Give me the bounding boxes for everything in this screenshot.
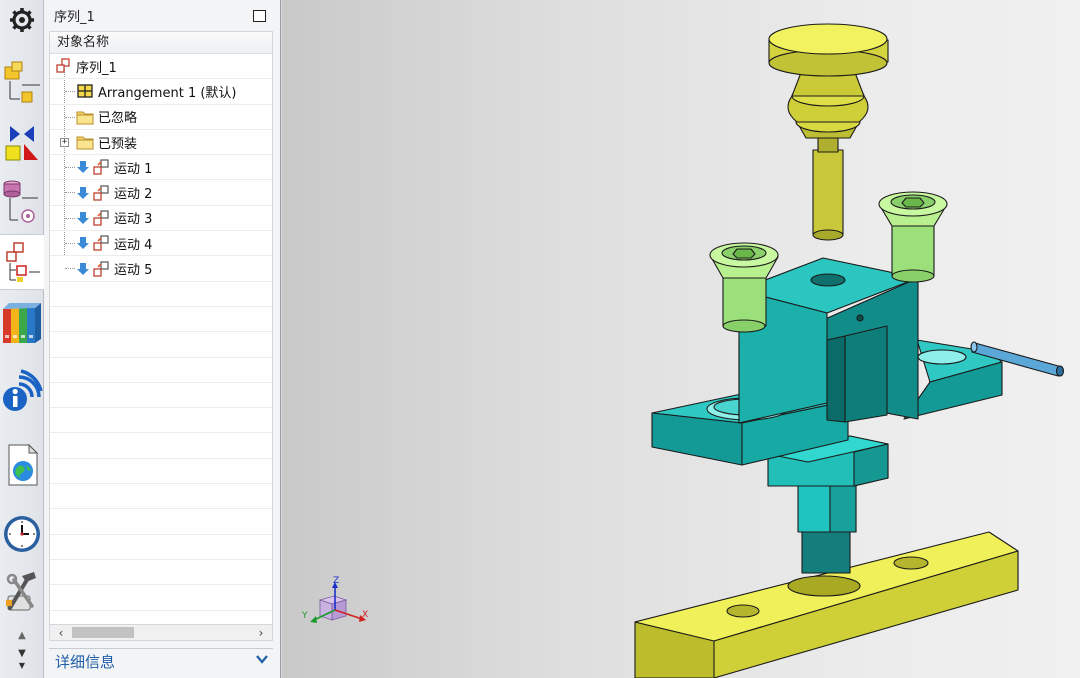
empty-row <box>50 383 272 409</box>
assembly-navigator-icon[interactable] <box>0 58 44 108</box>
tree-rows: 序列_1 Arrangement 1 (默认) 已忽略 + 已预装 运动 1 运… <box>50 54 272 624</box>
down-arrow-icon <box>76 234 90 252</box>
constraint-navigator-icon[interactable] <box>0 114 44 166</box>
locating-pin-part[interactable] <box>767 435 889 574</box>
down-arrow-icon <box>76 209 90 227</box>
scroll-left-icon[interactable]: ‹ <box>52 625 70 640</box>
motion-icon <box>92 209 110 227</box>
tree-item-label: 运动 5 <box>114 263 153 279</box>
history-clock-icon[interactable] <box>0 506 44 562</box>
tree-root-sequence[interactable]: 序列_1 <box>50 54 272 80</box>
expand-icon[interactable]: + <box>60 137 69 147</box>
tree-item-motion-3[interactable]: 运动 3 <box>50 206 272 232</box>
tree-item-label: Arrangement 1 (默认) <box>98 85 237 101</box>
empty-row <box>50 459 272 485</box>
sequence-icon <box>54 57 72 75</box>
bracket-part[interactable] <box>651 257 1003 466</box>
maximize-icon[interactable] <box>253 10 266 22</box>
motion-icon <box>92 260 110 278</box>
motion-icon <box>92 158 110 176</box>
empty-row <box>50 408 272 434</box>
empty-row <box>50 484 272 510</box>
view-triad[interactable] <box>310 582 366 623</box>
info-icon[interactable] <box>0 362 44 420</box>
scroll-up-icon[interactable]: ▲ <box>18 630 26 642</box>
tree-item-motion-2[interactable]: 运动 2 <box>50 180 272 206</box>
empty-row <box>50 611 272 624</box>
folder-icon <box>76 133 94 151</box>
folder-icon <box>76 108 94 126</box>
sequence-navigator-panel: 序列_1 对象名称 序列_1 Arrangement 1 (默认) 已忽略 + … <box>44 0 281 678</box>
sequence-navigator-icon[interactable] <box>0 234 44 290</box>
down-arrow-icon <box>76 158 90 176</box>
tree-item-label: 运动 4 <box>114 237 153 253</box>
column-header[interactable]: 对象名称 <box>50 32 272 54</box>
sequence-tree: 对象名称 序列_1 Arrangement 1 (默认) 已忽略 + 已预装 运… <box>49 31 273 625</box>
empty-row <box>50 433 272 459</box>
roles-gear-icon[interactable] <box>0 0 44 40</box>
tree-item-ignored[interactable]: 已忽略 <box>50 105 272 130</box>
tree-item-label: 运动 1 <box>114 161 153 177</box>
arrangement-icon <box>76 82 94 100</box>
tree-item-motion-4[interactable]: 运动 4 <box>50 231 272 257</box>
tree-item-motion-1[interactable]: 运动 1 <box>50 155 272 181</box>
triad-y-label: Y <box>302 611 308 621</box>
resource-bar-scroll[interactable]: ▲ ▼ ▼ <box>0 624 44 678</box>
horizontal-scrollbar[interactable]: ‹ › <box>49 624 273 641</box>
tree-item-label: 运动 2 <box>114 187 153 203</box>
graphics-window[interactable]: Z X Y <box>282 0 1080 678</box>
process-studio-tools-icon[interactable] <box>0 566 44 618</box>
chevron-down-icon <box>255 651 269 670</box>
empty-row <box>50 585 272 611</box>
motion-icon <box>92 234 110 252</box>
scroll-thumb[interactable] <box>72 627 134 638</box>
motion-icon <box>92 184 110 202</box>
empty-row <box>50 307 272 333</box>
empty-row <box>50 509 272 535</box>
tree-item-label: 运动 3 <box>114 212 153 228</box>
empty-row <box>50 282 272 307</box>
down-arrow-icon <box>76 184 90 202</box>
tree-item-preassembled[interactable]: + 已预装 <box>50 130 272 156</box>
tree-item-arrangement[interactable]: Arrangement 1 (默认) <box>50 79 272 105</box>
panel-title: 序列_1 <box>54 9 95 25</box>
web-browser-icon[interactable] <box>0 436 44 494</box>
empty-row <box>50 358 272 383</box>
reuse-library-icon[interactable] <box>0 294 44 352</box>
tree-item-motion-5[interactable]: 运动 5 <box>50 256 272 282</box>
triad-x-label: X <box>362 610 369 620</box>
details-label: 详细信息 <box>55 653 116 671</box>
right-screw-part[interactable] <box>878 191 948 283</box>
down-arrow-icon <box>76 260 90 278</box>
scroll-right-icon[interactable]: › <box>252 625 270 640</box>
details-section-toggle[interactable]: 详细信息 <box>49 648 273 674</box>
tree-root-label: 序列_1 <box>76 60 117 76</box>
resource-bar: ▲ ▼ ▼ <box>0 0 44 678</box>
empty-row <box>50 560 272 586</box>
empty-row <box>50 332 272 358</box>
part-navigator-icon[interactable] <box>0 172 44 228</box>
empty-row <box>50 535 272 560</box>
triad-z-label: Z <box>333 576 340 586</box>
knob-plunger-part[interactable] <box>768 23 889 241</box>
tree-item-label: 已预装 <box>98 136 138 152</box>
tree-item-label: 已忽略 <box>98 111 138 127</box>
scroll-down-end-icon[interactable]: ▼ <box>19 660 25 672</box>
scroll-down-icon[interactable]: ▼ <box>18 648 26 660</box>
